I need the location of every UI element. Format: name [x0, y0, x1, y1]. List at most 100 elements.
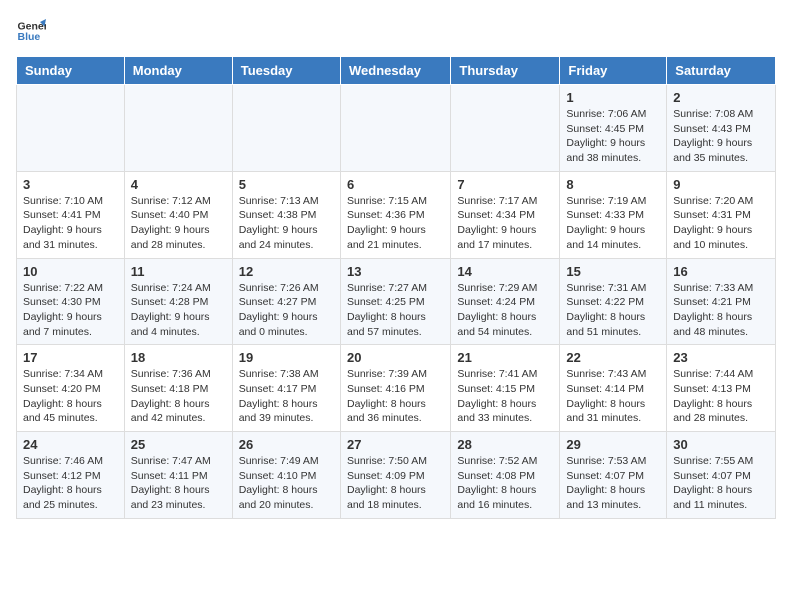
calendar-cell: 11 Sunrise: 7:24 AM Sunset: 4:28 PM Dayli… — [124, 258, 232, 345]
calendar-body: 1Sunrise: 7:06 AM Sunset: 4:45 PM Daylig… — [17, 85, 776, 519]
day-info: Sunrise: 7:15 AM Sunset: 4:36 PM Dayligh… — [347, 194, 444, 253]
day-number: 4 — [131, 177, 226, 192]
day-info: Sunrise: 7:44 AM Sunset: 4:13 PM Dayligh… — [673, 367, 769, 426]
calendar-cell: 23 Sunrise: 7:44 AM Sunset: 4:13 PM Dayli… — [667, 345, 776, 432]
calendar-cell: 20Sunrise: 7:39 AM Sunset: 4:16 PM Dayli… — [340, 345, 450, 432]
calendar-cell — [451, 85, 560, 172]
day-number: 14 — [457, 264, 553, 279]
day-info: Sunrise: 7:55 AM Sunset: 4:07 PM Dayligh… — [673, 454, 769, 513]
day-info: Sunrise: 7:50 AM Sunset: 4:09 PM Dayligh… — [347, 454, 444, 513]
calendar-cell: 30 Sunrise: 7:55 AM Sunset: 4:07 PM Dayli… — [667, 432, 776, 519]
calendar-cell: 25 Sunrise: 7:47 AM Sunset: 4:11 PM Dayli… — [124, 432, 232, 519]
day-number: 13 — [347, 264, 444, 279]
day-number: 20 — [347, 350, 444, 365]
day-number: 1 — [566, 90, 660, 105]
day-info: Sunrise: 7:52 AM Sunset: 4:08 PM Dayligh… — [457, 454, 553, 513]
calendar-cell: 12Sunrise: 7:26 AM Sunset: 4:27 PM Dayli… — [232, 258, 340, 345]
day-number: 10 — [23, 264, 118, 279]
day-number: 29 — [566, 437, 660, 452]
calendar-cell: 2 Sunrise: 7:08 AM Sunset: 4:43 PM Daylig… — [667, 85, 776, 172]
calendar-cell: 21 Sunrise: 7:41 AM Sunset: 4:15 PM Dayli… — [451, 345, 560, 432]
calendar-cell — [124, 85, 232, 172]
day-info: Sunrise: 7:24 AM Sunset: 4:28 PM Dayligh… — [131, 281, 226, 340]
day-number: 15 — [566, 264, 660, 279]
calendar-cell: 10 Sunrise: 7:22 AM Sunset: 4:30 PM Dayli… — [17, 258, 125, 345]
calendar-cell: 14 Sunrise: 7:29 AM Sunset: 4:24 PM Dayli… — [451, 258, 560, 345]
day-info: Sunrise: 7:27 AM Sunset: 4:25 PM Dayligh… — [347, 281, 444, 340]
calendar-table: SundayMondayTuesdayWednesdayThursdayFrid… — [16, 56, 776, 519]
day-number: 6 — [347, 177, 444, 192]
day-info: Sunrise: 7:29 AM Sunset: 4:24 PM Dayligh… — [457, 281, 553, 340]
day-info: Sunrise: 7:38 AM Sunset: 4:17 PM Dayligh… — [239, 367, 334, 426]
calendar-cell: 6 Sunrise: 7:15 AM Sunset: 4:36 PM Daylig… — [340, 171, 450, 258]
calendar-cell: 24Sunrise: 7:46 AM Sunset: 4:12 PM Dayli… — [17, 432, 125, 519]
day-number: 3 — [23, 177, 118, 192]
day-number: 21 — [457, 350, 553, 365]
day-number: 27 — [347, 437, 444, 452]
day-number: 7 — [457, 177, 553, 192]
day-number: 28 — [457, 437, 553, 452]
calendar-cell: 9Sunrise: 7:20 AM Sunset: 4:31 PM Daylig… — [667, 171, 776, 258]
day-number: 17 — [23, 350, 118, 365]
day-info: Sunrise: 7:36 AM Sunset: 4:18 PM Dayligh… — [131, 367, 226, 426]
calendar-cell — [340, 85, 450, 172]
calendar-cell: 1Sunrise: 7:06 AM Sunset: 4:45 PM Daylig… — [560, 85, 667, 172]
logo-icon: General Blue — [16, 16, 46, 46]
day-number: 16 — [673, 264, 769, 279]
day-info: Sunrise: 7:34 AM Sunset: 4:20 PM Dayligh… — [23, 367, 118, 426]
day-info: Sunrise: 7:31 AM Sunset: 4:22 PM Dayligh… — [566, 281, 660, 340]
day-number: 11 — [131, 264, 226, 279]
calendar-cell: 8 Sunrise: 7:19 AM Sunset: 4:33 PM Daylig… — [560, 171, 667, 258]
calendar-header: SundayMondayTuesdayWednesdayThursdayFrid… — [17, 57, 776, 85]
day-info: Sunrise: 7:12 AM Sunset: 4:40 PM Dayligh… — [131, 194, 226, 253]
day-info: Sunrise: 7:19 AM Sunset: 4:33 PM Dayligh… — [566, 194, 660, 253]
calendar-cell: 17 Sunrise: 7:34 AM Sunset: 4:20 PM Dayli… — [17, 345, 125, 432]
calendar-cell: 26Sunrise: 7:49 AM Sunset: 4:10 PM Dayli… — [232, 432, 340, 519]
day-header-monday: Monday — [124, 57, 232, 85]
day-info: Sunrise: 7:22 AM Sunset: 4:30 PM Dayligh… — [23, 281, 118, 340]
day-number: 19 — [239, 350, 334, 365]
svg-text:Blue: Blue — [18, 31, 41, 43]
day-header-tuesday: Tuesday — [232, 57, 340, 85]
day-info: Sunrise: 7:46 AM Sunset: 4:12 PM Dayligh… — [23, 454, 118, 513]
calendar-cell: 29 Sunrise: 7:53 AM Sunset: 4:07 PM Dayli… — [560, 432, 667, 519]
day-info: Sunrise: 7:41 AM Sunset: 4:15 PM Dayligh… — [457, 367, 553, 426]
day-number: 22 — [566, 350, 660, 365]
day-info: Sunrise: 7:17 AM Sunset: 4:34 PM Dayligh… — [457, 194, 553, 253]
calendar-cell: 13 Sunrise: 7:27 AM Sunset: 4:25 PM Dayli… — [340, 258, 450, 345]
day-number: 25 — [131, 437, 226, 452]
day-number: 8 — [566, 177, 660, 192]
day-header-saturday: Saturday — [667, 57, 776, 85]
day-number: 30 — [673, 437, 769, 452]
day-info: Sunrise: 7:53 AM Sunset: 4:07 PM Dayligh… — [566, 454, 660, 513]
calendar-cell: 4 Sunrise: 7:12 AM Sunset: 4:40 PM Daylig… — [124, 171, 232, 258]
calendar-cell: 16Sunrise: 7:33 AM Sunset: 4:21 PM Dayli… — [667, 258, 776, 345]
day-info: Sunrise: 7:43 AM Sunset: 4:14 PM Dayligh… — [566, 367, 660, 426]
calendar-cell: 15 Sunrise: 7:31 AM Sunset: 4:22 PM Dayli… — [560, 258, 667, 345]
calendar-cell: 3 Sunrise: 7:10 AM Sunset: 4:41 PM Daylig… — [17, 171, 125, 258]
day-info: Sunrise: 7:47 AM Sunset: 4:11 PM Dayligh… — [131, 454, 226, 513]
day-info: Sunrise: 7:08 AM Sunset: 4:43 PM Dayligh… — [673, 107, 769, 166]
calendar-cell: 5Sunrise: 7:13 AM Sunset: 4:38 PM Daylig… — [232, 171, 340, 258]
calendar-week-row: 3 Sunrise: 7:10 AM Sunset: 4:41 PM Daylig… — [17, 171, 776, 258]
calendar-cell: 7 Sunrise: 7:17 AM Sunset: 4:34 PM Daylig… — [451, 171, 560, 258]
day-info: Sunrise: 7:49 AM Sunset: 4:10 PM Dayligh… — [239, 454, 334, 513]
calendar-cell: 27 Sunrise: 7:50 AM Sunset: 4:09 PM Dayli… — [340, 432, 450, 519]
day-info: Sunrise: 7:10 AM Sunset: 4:41 PM Dayligh… — [23, 194, 118, 253]
day-info: Sunrise: 7:20 AM Sunset: 4:31 PM Dayligh… — [673, 194, 769, 253]
header: General Blue — [16, 16, 776, 46]
calendar-week-row: 24Sunrise: 7:46 AM Sunset: 4:12 PM Dayli… — [17, 432, 776, 519]
calendar-cell — [232, 85, 340, 172]
calendar-week-row: 17 Sunrise: 7:34 AM Sunset: 4:20 PM Dayli… — [17, 345, 776, 432]
day-number: 23 — [673, 350, 769, 365]
day-header-sunday: Sunday — [17, 57, 125, 85]
day-header-wednesday: Wednesday — [340, 57, 450, 85]
calendar-week-row: 10 Sunrise: 7:22 AM Sunset: 4:30 PM Dayli… — [17, 258, 776, 345]
calendar-cell: 18Sunrise: 7:36 AM Sunset: 4:18 PM Dayli… — [124, 345, 232, 432]
day-header-friday: Friday — [560, 57, 667, 85]
days-header-row: SundayMondayTuesdayWednesdayThursdayFrid… — [17, 57, 776, 85]
day-number: 12 — [239, 264, 334, 279]
calendar-cell — [17, 85, 125, 172]
calendar-cell: 19 Sunrise: 7:38 AM Sunset: 4:17 PM Dayli… — [232, 345, 340, 432]
day-number: 2 — [673, 90, 769, 105]
